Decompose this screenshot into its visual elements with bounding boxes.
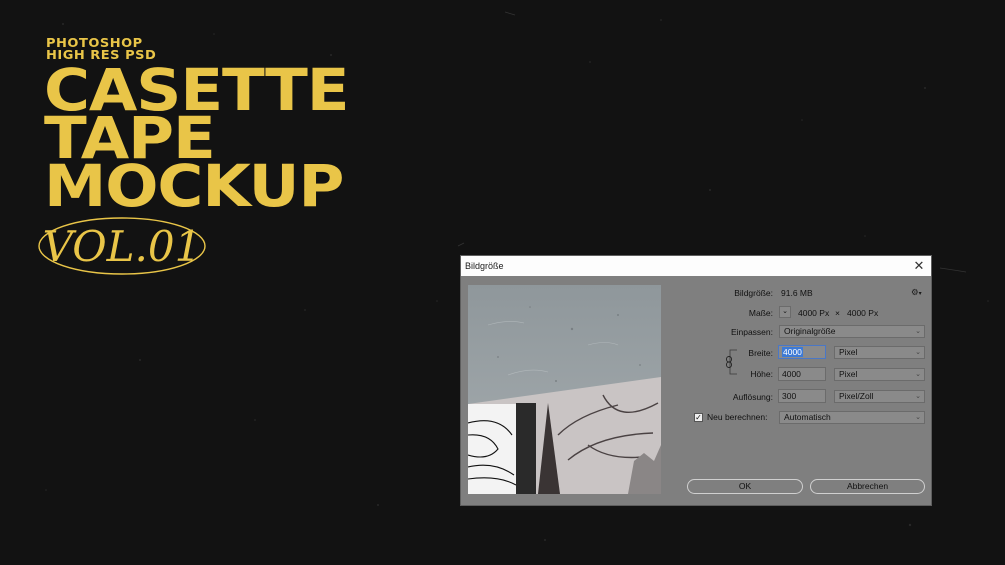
ok-button[interactable]: OK — [687, 479, 803, 494]
fit-select[interactable]: Originalgröße ⌄ — [779, 325, 925, 338]
width-input-value: 4000 — [782, 347, 803, 357]
dimensions-dropdown-chevron-icon[interactable]: ⌄ — [779, 306, 791, 318]
fit-label: Einpassen: — [730, 327, 773, 337]
volume-badge-text: VOL.01 — [43, 222, 202, 271]
dimensions-label: Maße: — [748, 308, 773, 318]
cancel-button[interactable]: Abbrechen — [810, 479, 925, 494]
resolution-label: Auflösung: — [732, 392, 773, 402]
chevron-down-icon: ⌄ — [915, 371, 921, 378]
width-label: Breite: — [748, 348, 773, 358]
width-unit-value: Pixel — [839, 347, 858, 357]
size-label: Bildgröße: — [734, 288, 773, 298]
image-preview[interactable] — [468, 285, 661, 494]
close-icon[interactable]: ✕ — [911, 258, 927, 274]
resample-select-value: Automatisch — [784, 412, 831, 422]
height-unit-select[interactable]: Pixel ⌄ — [834, 368, 925, 381]
height-input[interactable]: 4000 — [778, 367, 826, 381]
preview-artwork — [468, 285, 661, 494]
chevron-down-icon: ⌄ — [915, 414, 921, 421]
image-size-dialog: Bildgröße ✕ Bildgröße: 91.6 MB ⚙▾ Maße: … — [460, 255, 932, 506]
fit-select-value: Originalgröße — [784, 326, 836, 336]
title-line-mockup: MOCKUP — [44, 152, 344, 220]
gear-icon[interactable]: ⚙▾ — [911, 287, 922, 298]
resolution-unit-value: Pixel/Zoll — [839, 391, 874, 401]
resample-select[interactable]: Automatisch ⌄ — [779, 411, 925, 424]
dimensions-separator: × — [835, 308, 840, 318]
chevron-down-icon: ⌄ — [915, 349, 921, 356]
width-input[interactable]: 4000 — [778, 345, 826, 359]
volume-badge: VOL.01 — [38, 217, 206, 275]
resolution-input[interactable]: 300 — [778, 389, 826, 403]
dialog-title: Bildgröße — [465, 261, 504, 271]
chevron-down-icon: ⌄ — [915, 393, 921, 400]
dimensions-width: 4000 Px — [798, 308, 830, 318]
resample-checkbox[interactable]: ✓ — [694, 413, 703, 422]
chevron-down-icon: ⌄ — [915, 328, 921, 335]
resolution-unit-select[interactable]: Pixel/Zoll ⌄ — [834, 390, 925, 403]
resample-label: Neu berechnen: — [707, 412, 768, 422]
height-unit-value: Pixel — [839, 369, 858, 379]
height-label: Höhe: — [750, 369, 773, 379]
size-value: 91.6 MB — [781, 288, 813, 298]
dimensions-height: 4000 Px — [847, 308, 879, 318]
width-unit-select[interactable]: Pixel ⌄ — [834, 346, 925, 359]
dialog-titlebar[interactable]: Bildgröße ✕ — [461, 256, 931, 276]
